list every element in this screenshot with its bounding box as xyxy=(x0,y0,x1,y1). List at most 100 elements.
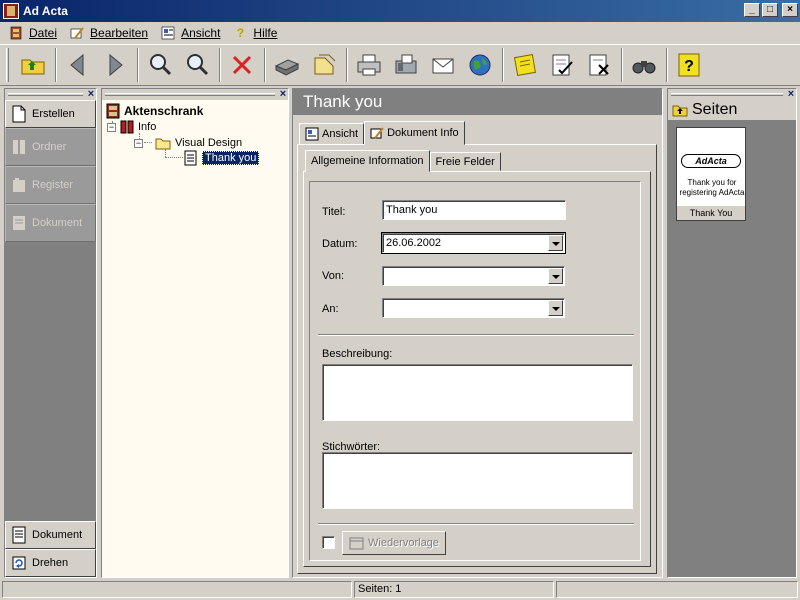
toolbar-separator xyxy=(346,48,348,82)
rotate-icon xyxy=(10,553,28,573)
nav-erstellen-button[interactable]: Erstellen xyxy=(5,100,96,128)
collapse-icon[interactable]: − xyxy=(107,122,116,132)
tree-node-visual-design[interactable]: − Visual Design xyxy=(134,136,242,150)
tab-freie-felder[interactable]: Freie Felder xyxy=(429,152,501,171)
tab-dokument-info[interactable]: Dokument Info xyxy=(364,121,465,145)
zoom-out-button[interactable] xyxy=(179,47,215,83)
wiedervorlage-button[interactable]: Wiedervorlage xyxy=(342,531,446,555)
file-cabinet-icon xyxy=(106,103,120,119)
close-button[interactable]: × xyxy=(782,3,798,17)
chevron-down-icon[interactable] xyxy=(548,235,563,251)
tree-node-info-label: Info xyxy=(138,121,157,133)
menu-datei[interactable]: Datei xyxy=(4,25,65,41)
tree-connector xyxy=(144,142,152,143)
forward-button[interactable] xyxy=(97,47,133,83)
title-bar: Ad Acta _ □ × xyxy=(0,0,800,22)
maximize-button[interactable]: □ xyxy=(762,3,778,17)
tab-allgemeine-information[interactable]: Allgemeine Information xyxy=(305,150,430,172)
back-button[interactable] xyxy=(60,47,96,83)
toolbar-separator xyxy=(55,48,57,82)
remove-doc-icon xyxy=(589,54,609,76)
nav-register-label: Register xyxy=(32,179,73,191)
checklist-icon xyxy=(552,54,573,76)
beschreibung-textarea[interactable] xyxy=(322,364,633,421)
toolbar-separator xyxy=(264,48,266,82)
tree-panel-header: × xyxy=(102,89,288,100)
tab-ansicht[interactable]: Ansicht xyxy=(299,123,365,145)
notes-icon xyxy=(513,53,537,77)
close-panel-icon[interactable]: × xyxy=(786,89,796,100)
pages-panel: × Seiten AdActa Thank you for registerin… xyxy=(667,88,797,578)
menu-hilfe-label: Hilfe xyxy=(253,26,278,40)
titel-field[interactable]: Thank you xyxy=(382,200,566,220)
menu-bearbeiten[interactable]: Bearbeiten xyxy=(65,25,156,41)
mail-button[interactable] xyxy=(425,47,461,83)
chevron-down-icon[interactable] xyxy=(548,268,563,284)
edit-icon xyxy=(69,25,85,41)
help-button[interactable]: ? xyxy=(671,47,707,83)
tree-connector xyxy=(165,149,166,157)
notes-button[interactable] xyxy=(507,47,543,83)
menu-hilfe[interactable]: ? Hilfe xyxy=(228,25,285,41)
toolbar: ? xyxy=(0,44,800,86)
tree-root[interactable]: Aktenschrank xyxy=(106,103,203,119)
close-panel-icon[interactable]: × xyxy=(278,89,288,100)
scan-button[interactable] xyxy=(269,47,305,83)
left-nav-bottom: Dokument Drehen xyxy=(5,521,96,577)
register-icon xyxy=(10,175,28,195)
tree-root-label: Aktenschrank xyxy=(124,104,204,118)
menu-ansicht[interactable]: Ansicht xyxy=(156,25,228,41)
back-icon xyxy=(70,53,84,77)
pages-title: Seiten xyxy=(692,101,738,118)
toolbar-separator xyxy=(137,48,139,82)
delete-button[interactable] xyxy=(224,47,260,83)
nav-ordner-button[interactable]: Ordner xyxy=(5,128,96,166)
toolbar-separator xyxy=(621,48,623,82)
stichwoerter-textarea[interactable] xyxy=(322,452,633,509)
tree-node-thank-you[interactable]: Thank you xyxy=(184,150,260,166)
toolbar-separator xyxy=(502,48,504,82)
view-icon xyxy=(160,25,176,41)
close-panel-icon[interactable]: × xyxy=(86,89,96,100)
adacta-logo: AdActa xyxy=(681,154,741,168)
print-button[interactable] xyxy=(351,47,387,83)
zoom-in-icon xyxy=(150,54,172,76)
document-icon xyxy=(10,213,28,233)
collapse-icon[interactable]: − xyxy=(134,138,143,148)
menu-bearbeiten-label: Bearbeiten xyxy=(90,26,149,40)
binder-icon xyxy=(10,137,28,157)
toolbar-grip[interactable] xyxy=(6,48,9,82)
web-button[interactable] xyxy=(462,47,498,83)
forward-icon xyxy=(109,53,123,77)
file-cabinet-icon xyxy=(8,25,24,41)
chevron-down-icon[interactable] xyxy=(548,300,563,316)
zoom-in-button[interactable] xyxy=(142,47,178,83)
von-select[interactable] xyxy=(382,266,565,286)
nav-register-button[interactable]: Register xyxy=(5,166,96,204)
datum-select[interactable]: 26.06.2002 xyxy=(381,232,566,254)
remove-doc-button[interactable] xyxy=(581,47,617,83)
tree-node-info[interactable]: − Info xyxy=(107,120,156,134)
folder-up-button[interactable] xyxy=(15,47,51,83)
folder-up-icon xyxy=(21,59,45,75)
panel-grip xyxy=(8,93,83,96)
tree-connector xyxy=(165,157,183,158)
thumbnail-text: Thank you for registering AdActa xyxy=(679,178,745,197)
search-button[interactable] xyxy=(626,47,662,83)
wiedervorlage-checkbox[interactable] xyxy=(322,536,335,549)
nav-drehen-button[interactable]: Drehen xyxy=(5,549,96,577)
app-icon xyxy=(3,3,19,19)
fax-button[interactable] xyxy=(388,47,424,83)
web-icon xyxy=(469,54,491,76)
an-select[interactable] xyxy=(382,298,565,318)
thumbnail-caption: Thank You xyxy=(677,206,745,220)
minimize-button[interactable]: _ xyxy=(744,3,760,17)
page-thumbnail[interactable]: AdActa Thank you for registering AdActa … xyxy=(676,127,746,221)
checklist-button[interactable] xyxy=(544,47,580,83)
form-divider xyxy=(318,523,634,525)
import-button[interactable] xyxy=(306,47,342,83)
menu-ansicht-label: Ansicht xyxy=(181,26,221,40)
nav-dokument-button[interactable]: Dokument xyxy=(5,204,96,242)
menu-datei-label: Datei xyxy=(29,26,58,40)
nav-bottom-dokument-button[interactable]: Dokument xyxy=(5,521,96,549)
